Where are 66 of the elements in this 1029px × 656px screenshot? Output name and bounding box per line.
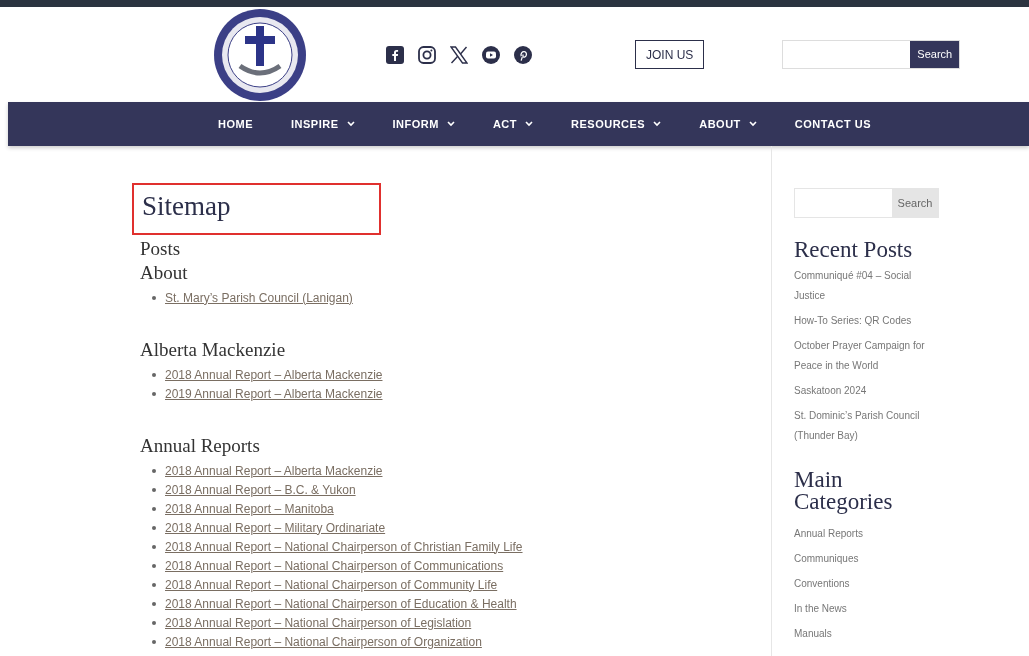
bullet-icon (152, 601, 156, 606)
section-heading: Annual Reports (140, 434, 261, 458)
recent-posts-heading: Recent Posts (794, 236, 914, 264)
x-logo-icon[interactable] (450, 45, 468, 64)
bullet-icon (152, 372, 156, 377)
section-heading: Alberta Mackenzie (140, 338, 287, 362)
bullet-icon (152, 525, 156, 530)
chevron-down-icon (748, 121, 757, 127)
sidebar-search-field[interactable]: Search (794, 188, 939, 218)
bullet-icon (152, 582, 156, 587)
sitemap-link[interactable]: 2018 Annual Report – National Chairperson of Education & Health (165, 594, 517, 613)
category-link[interactable]: Communiques (794, 546, 939, 571)
category-link[interactable]: Manuals (794, 621, 939, 646)
join-us-button[interactable]: JOIN US (635, 40, 705, 69)
nav-link[interactable]: HOME (218, 115, 253, 133)
search-field[interactable]: Search (782, 40, 961, 69)
sitemap-link[interactable]: St. Mary’s Parish Council (Lanigan) (165, 288, 353, 307)
sitemap-link[interactable]: 2019 Annual Report – Alberta Mackenzie (165, 384, 383, 403)
chevron-down-icon (525, 121, 533, 127)
bullet-icon (152, 544, 156, 549)
bullet-icon (152, 639, 156, 644)
sitemap-link[interactable]: 2018 Annual Report – Alberta Mackenzie (165, 461, 383, 480)
recent-post-link[interactable]: How-To Series: QR Codes (794, 311, 929, 336)
league-logo-icon (212, 7, 308, 102)
sitemap-link[interactable]: 2018 Annual Report – National Chairperson of Community Life (165, 575, 498, 594)
recent-post-link[interactable]: St. Dominic’s Parish Council (Thunder Bay) (794, 406, 929, 451)
nav-link[interactable]: ACT (492, 115, 533, 133)
bullet-icon (152, 391, 156, 396)
sitemap-link[interactable]: 2018 Annual Report – National Chairperson of Communications (165, 556, 504, 575)
chevron-down-icon (346, 121, 355, 127)
nav-link[interactable]: CONTACT US (794, 115, 872, 133)
nav-link[interactable]: INFORM (392, 115, 455, 133)
sidebar-search-button[interactable]: Search (892, 189, 938, 217)
category-link[interactable]: Annual Reports (794, 521, 939, 546)
nav-link[interactable]: ABOUT (699, 115, 757, 133)
sitemap-link[interactable]: 2018 Annual Report – B.C. & Yukon (165, 480, 356, 499)
posts-heading: Posts (140, 237, 182, 261)
sitemap-link[interactable]: 2018 Annual Report – National Chairperson of Organization (165, 632, 482, 651)
bullet-icon (152, 468, 156, 473)
bullet-icon (152, 295, 156, 300)
bullet-icon (152, 563, 156, 568)
search-button[interactable]: Search (910, 41, 960, 68)
chevron-down-icon (653, 121, 662, 127)
bullet-icon (152, 506, 156, 511)
bullet-icon (152, 620, 156, 625)
sitemap-link[interactable]: 2018 Annual Report – Military Ordinariate (165, 518, 386, 537)
nav-link[interactable]: RESOURCES (571, 115, 662, 133)
sitemap-link[interactable]: 2018 Annual Report – Manitoba (165, 499, 334, 518)
nav-link[interactable]: INSPIRE (291, 115, 355, 133)
sitemap-link[interactable]: 2018 Annual Report – Alberta Mackenzie (165, 365, 383, 384)
recent-post-link[interactable]: Saskatoon 2024 (794, 381, 929, 406)
sitemap-link[interactable]: 2018 Annual Report – National Chairperson of Legislation (165, 613, 472, 632)
recent-post-link[interactable]: October Prayer Campaign for Peace in the World (794, 336, 929, 381)
category-link[interactable]: In the News (794, 596, 939, 621)
pinterest-icon[interactable] (514, 45, 532, 64)
page-title: Sitemap (142, 190, 232, 222)
bullet-icon (152, 487, 156, 492)
section-heading: About (140, 261, 189, 285)
main-categories-heading: Main Categories (794, 469, 894, 513)
facebook-icon[interactable] (386, 45, 404, 64)
chevron-down-icon (446, 121, 455, 127)
category-link[interactable]: Conventions (794, 571, 939, 596)
youtube-icon[interactable] (482, 45, 500, 64)
sitemap-link[interactable]: 2018 Annual Report – National Chairperson of Christian Family Life (165, 537, 523, 556)
instagram-icon[interactable] (418, 45, 436, 64)
recent-post-link[interactable]: Communiqué #04 – Social Justice (794, 266, 929, 311)
